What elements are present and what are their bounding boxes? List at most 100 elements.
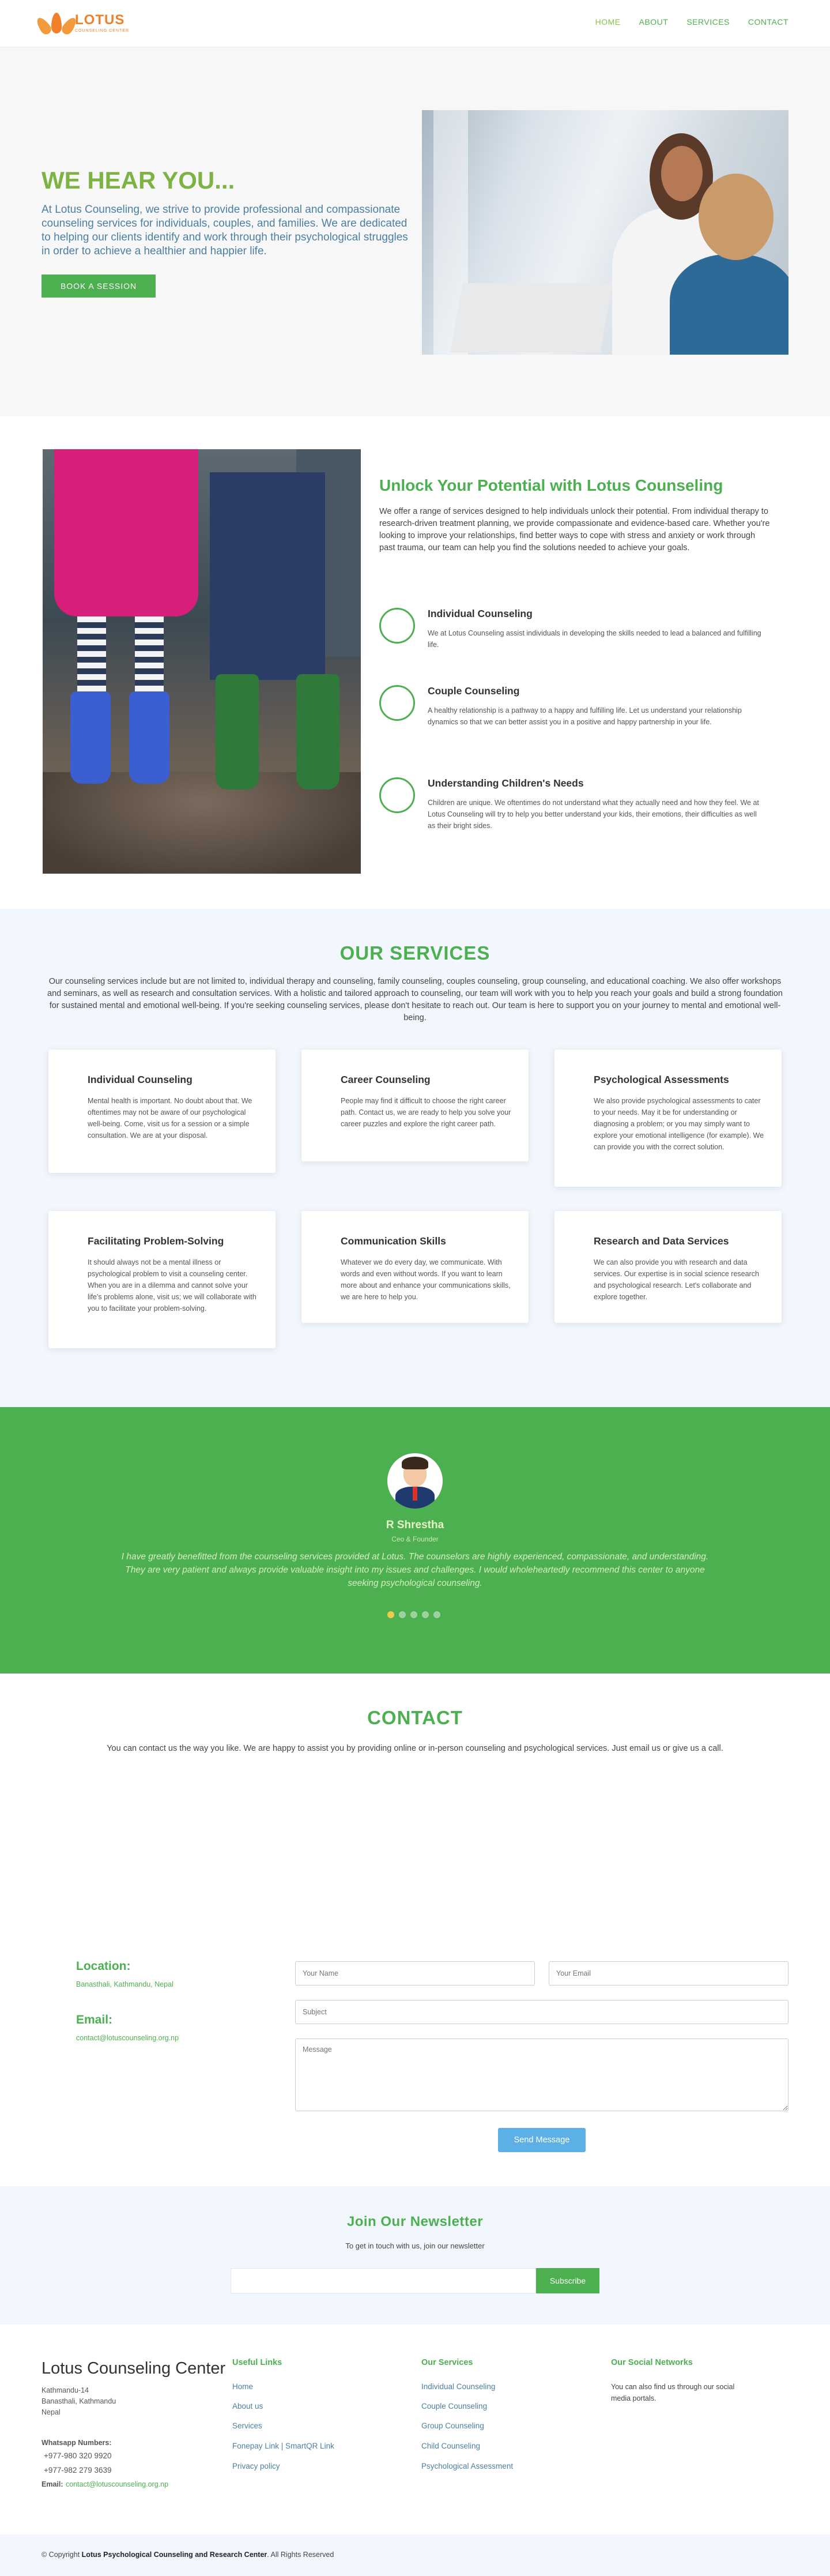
card-text: It should always not be a mental illness… [88, 1258, 256, 1313]
brand-logo[interactable]: LOTUS COUNSELING CENTER [34, 12, 129, 37]
footer-address-2: Banasthali, Kathmandu [42, 2397, 116, 2405]
card-title: Facilitating Problem-Solving [88, 1235, 224, 1247]
footer-service-link[interactable]: Psychological Assessment [421, 2462, 513, 2470]
testimonial-section: R Shrestha Ceo & Founder I have greatly … [0, 1407, 830, 1674]
email-input[interactable] [549, 1961, 788, 1985]
site-header: LOTUS COUNSELING CENTER HOME ABOUT SERVI… [0, 0, 830, 47]
phone-1[interactable]: +977-980 320 9920 [44, 2451, 112, 2460]
message-textarea[interactable] [295, 2039, 788, 2111]
feature-title: Couple Counseling [428, 685, 520, 697]
social-text: You can also find us through our social … [611, 2383, 735, 2402]
card-title: Psychological Assessments [594, 1074, 729, 1085]
carousel-dot[interactable] [399, 1611, 406, 1618]
useful-links-title: Useful Links [232, 2358, 282, 2367]
service-card: Research and Data Services We can also p… [554, 1211, 782, 1323]
service-card: Communication Skills Whatever we do ever… [301, 1211, 529, 1323]
avatar [387, 1453, 443, 1509]
phone-2[interactable]: +977-982 279 3639 [44, 2466, 112, 2475]
feature-title: Understanding Children's Needs [428, 777, 584, 789]
hero-text: At Lotus Counseling, we strive to provid… [42, 204, 408, 257]
name-input[interactable] [295, 1961, 535, 1985]
testimonial-role: Ceo & Founder [391, 1535, 439, 1543]
footer-service-link[interactable]: Group Counseling [421, 2421, 484, 2430]
subscribe-button[interactable]: Subscribe [536, 2268, 599, 2293]
nav-home[interactable]: HOME [595, 17, 621, 27]
services-intro: Our counseling services include but are … [47, 977, 783, 1022]
social-title: Our Social Networks [611, 2358, 693, 2367]
footer-link-about[interactable]: About us [232, 2402, 263, 2410]
footer-link-payment[interactable]: Fonepay Link | SmartQR Link [232, 2442, 334, 2450]
footer-service-link[interactable]: Individual Counseling [421, 2382, 495, 2391]
nav-services[interactable]: SERVICES [686, 17, 730, 27]
nav-contact[interactable]: CONTACT [748, 17, 788, 27]
circle-icon [379, 777, 415, 813]
copyright-bar: © Copyright Lotus Psychological Counseli… [0, 2534, 830, 2576]
carousel-dot[interactable] [422, 1611, 429, 1618]
feature-text: A healthy relationship is a pathway to a… [428, 706, 742, 726]
copyright-text: © Copyright Lotus Psychological Counseli… [42, 2551, 334, 2559]
contact-intro: You can contact us the way you like. We … [107, 1744, 723, 1753]
site-footer: Lotus Counseling Center Kathmandu-14 Ban… [0, 2325, 830, 2534]
newsletter-subtitle: To get in touch with us, join our newsle… [345, 2242, 485, 2250]
feature-text: We at Lotus Counseling assist individual… [428, 629, 761, 649]
card-title: Individual Counseling [88, 1074, 193, 1085]
hero-section: WE HEAR YOU... At Lotus Counseling, we s… [0, 47, 830, 416]
service-card: Facilitating Problem-Solving It should a… [48, 1211, 276, 1348]
service-card: Individual Counseling Mental health is i… [48, 1050, 276, 1173]
card-text: Whatever we do every day, we communicate… [341, 1258, 511, 1301]
footer-title: Lotus Counseling Center [42, 2359, 226, 2378]
service-card: Psychological Assessments We also provid… [554, 1050, 782, 1187]
email-value[interactable]: contact@lotuscounseling.org.np [76, 2034, 179, 2042]
newsletter-section: Join Our Newsletter To get in touch with… [0, 2186, 830, 2325]
footer-link-services[interactable]: Services [232, 2421, 262, 2430]
hero-image [422, 110, 788, 355]
whatsapp-label: Whatsapp Numbers: [42, 2439, 112, 2447]
unlock-title: Unlock Your Potential with Lotus Counsel… [379, 476, 723, 494]
footer-address-3: Nepal [42, 2408, 61, 2416]
services-section: OUR SERVICES Our counseling services inc… [0, 909, 830, 1407]
main-nav: HOME ABOUT SERVICES CONTACT [595, 17, 788, 27]
carousel-dot[interactable] [410, 1611, 417, 1618]
card-text: Mental health is important. No doubt abo… [88, 1097, 252, 1140]
email-label: Email: [76, 2013, 113, 2026]
circle-icon [379, 608, 415, 644]
carousel-dots [387, 1611, 440, 1618]
copyright-suffix: . All Rights Reserved [267, 2551, 334, 2559]
footer-link-privacy[interactable]: Privacy policy [232, 2462, 280, 2470]
footer-service-link[interactable]: Couple Counseling [421, 2402, 487, 2410]
card-title: Communication Skills [341, 1235, 446, 1247]
card-title: Career Counseling [341, 1074, 431, 1085]
service-card: Career Counseling People may find it dif… [301, 1050, 529, 1161]
carousel-dot[interactable] [387, 1611, 394, 1618]
hero-title: WE HEAR YOU... [42, 167, 235, 194]
testimonial-quote: I have greatly benefitted from the couns… [121, 1552, 709, 1588]
footer-link-home[interactable]: Home [232, 2382, 253, 2391]
contact-title: CONTACT [367, 1707, 463, 1728]
brand-name: LOTUS [75, 12, 125, 28]
footer-service-link[interactable]: Child Counseling [421, 2442, 480, 2450]
copyright-org: Lotus Psychological Counseling and Resea… [81, 2551, 267, 2559]
feature-text: Children are unique. We oftentimes do no… [428, 799, 759, 830]
nav-about[interactable]: ABOUT [639, 17, 669, 27]
footer-email[interactable]: contact@lotuscounseling.org.np [66, 2480, 168, 2488]
card-text: We can also provide you with research an… [594, 1258, 759, 1301]
testimonial-name: R Shrestha [386, 1519, 444, 1531]
card-text: We also provide psychological assessment… [594, 1097, 764, 1151]
book-session-button[interactable]: BOOK A SESSION [42, 274, 156, 298]
carousel-dot[interactable] [433, 1611, 440, 1618]
subject-input[interactable] [295, 2000, 788, 2024]
newsletter-email-input[interactable] [231, 2268, 536, 2293]
newsletter-title: Join Our Newsletter [346, 2214, 484, 2229]
copyright-prefix: © Copyright [42, 2551, 80, 2559]
card-text: People may find it difficult to choose t… [341, 1097, 511, 1128]
circle-icon [379, 685, 415, 721]
footer-email-label: Email: [42, 2480, 63, 2488]
lotus-icon [34, 12, 79, 37]
our-services-title: Our Services [421, 2358, 473, 2367]
location-label: Location: [76, 1960, 131, 1973]
location-value: Banasthali, Kathmandu, Nepal [76, 1980, 173, 1988]
send-message-button[interactable]: Send Message [498, 2128, 586, 2152]
footer-address-1: Kathmandu-14 [42, 2386, 89, 2394]
feature-title: Individual Counseling [428, 608, 533, 619]
unlock-text: We offer a range of services designed to… [379, 507, 770, 552]
